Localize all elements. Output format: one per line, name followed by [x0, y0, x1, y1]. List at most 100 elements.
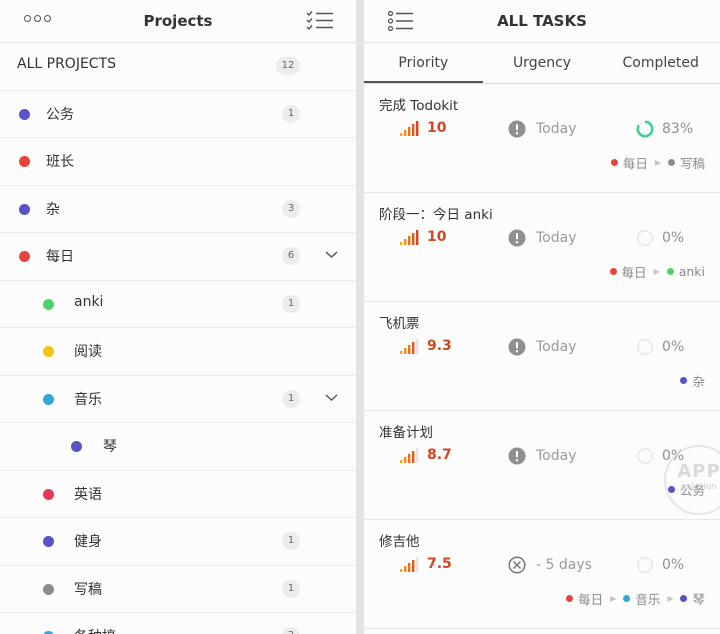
- all-projects-row[interactable]: ALL PROJECTS 12: [0, 43, 356, 91]
- progress-ring-icon: [637, 230, 653, 246]
- projects-title: Projects: [143, 12, 213, 30]
- projects-panel: Projects ALL PROJECTS 12 公务 1 班长杂 3 每日 6 anki 1…: [0, 0, 356, 634]
- priority-bars-icon: [400, 230, 419, 245]
- project-color-dot: [43, 488, 54, 500]
- alert-icon: [508, 120, 526, 138]
- project-name: 每日: [46, 249, 74, 265]
- alert-icon: [508, 338, 526, 356]
- task-metrics: 7.5 - 5 days 0%: [364, 556, 720, 578]
- path-color-dot: [680, 377, 688, 384]
- project-path: 杂: [680, 371, 705, 390]
- path-project-name: 每日: [622, 156, 648, 171]
- project-color-dot: [19, 251, 30, 262]
- priority-metric: 7.5: [400, 556, 452, 572]
- task-metrics: 10 Today 0%: [364, 229, 720, 251]
- chevron-down-icon[interactable]: [325, 393, 338, 402]
- path-project-name: 杂: [692, 374, 705, 389]
- urgency-text: Today: [536, 339, 577, 355]
- project-name: 健身: [74, 534, 102, 550]
- tab-urgency[interactable]: Urgency: [483, 43, 602, 83]
- progress-ring-icon: [637, 557, 653, 573]
- project-count-badge: 1: [282, 579, 300, 598]
- project-name: 写稿: [74, 581, 102, 598]
- project-row[interactable]: anki 1: [0, 281, 356, 328]
- all-projects-label: ALL PROJECTS: [17, 56, 117, 72]
- project-row[interactable]: 琴: [0, 423, 356, 471]
- tab-priority[interactable]: Priority: [364, 43, 483, 83]
- project-row[interactable]: 公务 1: [0, 91, 356, 138]
- project-row[interactable]: 每日 6: [0, 233, 356, 281]
- project-count-badge: 1: [282, 104, 300, 123]
- task-card[interactable]: 阶段一：今日 anki 10 Today 0% 每日 ▶ anki: [364, 193, 720, 302]
- path-project-name: 每日: [578, 592, 604, 607]
- project-color-dot: [43, 393, 54, 405]
- project-row[interactable]: 各种搞 2: [0, 613, 356, 634]
- task-name: 准备计划: [379, 425, 433, 441]
- path-separator-icon: ▶: [653, 267, 660, 276]
- project-row[interactable]: 班长: [0, 138, 356, 186]
- project-name: 音乐: [74, 391, 102, 408]
- path-project-name: 每日: [621, 265, 647, 280]
- priority-metric: 10: [400, 229, 446, 245]
- project-row[interactable]: 阅读: [0, 328, 356, 376]
- tasks-title: ALL TASKS: [497, 12, 587, 30]
- priority-value: 7.5: [427, 556, 452, 572]
- urgency-text: Today: [536, 121, 577, 137]
- completion-metric: 83%: [636, 120, 693, 138]
- priority-value: 10: [427, 229, 447, 245]
- path-separator-icon: ▶: [610, 594, 617, 603]
- checklist-icon[interactable]: [306, 10, 334, 32]
- path-project-name: 音乐: [635, 592, 661, 607]
- priority-value: 9.3: [427, 338, 452, 354]
- project-name: 英语: [74, 486, 102, 503]
- completion-metric: 0%: [636, 229, 684, 247]
- project-row[interactable]: 英语: [0, 471, 356, 518]
- urgency-metric: Today: [508, 120, 577, 138]
- task-list: 完成 Todokit 10 Today 83% 每日 ▶ 写稿 阶段一：今日 anki 10 To…: [364, 84, 720, 629]
- tasks-panel: ALL TASKS Priority Urgency Completed 完成 …: [364, 0, 720, 634]
- completion-metric: 0%: [636, 556, 684, 574]
- project-count-badge: 1: [282, 532, 300, 550]
- project-name: 公务: [46, 106, 74, 123]
- project-color-dot: [71, 441, 82, 452]
- priority-value: 8.7: [427, 447, 452, 463]
- urgency-metric: - 5 days: [508, 556, 592, 574]
- chevron-down-icon[interactable]: [325, 250, 338, 259]
- priority-metric: 9.3: [400, 338, 452, 354]
- path-project-name: 写稿: [679, 156, 705, 171]
- priority-bars-icon: [400, 339, 419, 354]
- task-card[interactable]: 飞机票 9.3 Today 0% 杂: [364, 302, 720, 411]
- project-color-dot: [19, 156, 30, 167]
- path-color-dot: [667, 159, 675, 166]
- tab-completed[interactable]: Completed: [601, 43, 720, 83]
- project-name: 阅读: [74, 344, 102, 360]
- overdue-icon: [508, 556, 526, 574]
- all-projects-count: 12: [276, 57, 300, 75]
- project-row[interactable]: 健身 1: [0, 518, 356, 566]
- task-card[interactable]: 准备计划 8.7 Today 0% 公务: [364, 411, 720, 520]
- sort-tabs: Priority Urgency Completed: [364, 43, 720, 84]
- path-separator-icon: ▶: [667, 594, 674, 603]
- task-name: 飞机票: [379, 316, 420, 332]
- path-color-dot: [680, 595, 688, 602]
- path-project-name: 琴: [692, 592, 705, 607]
- project-count-badge: 1: [282, 389, 300, 408]
- task-card[interactable]: 完成 Todokit 10 Today 83% 每日 ▶ 写稿: [364, 84, 720, 193]
- project-color-dot: [19, 203, 30, 215]
- task-card[interactable]: 修吉他 7.5 - 5 days 0% 每日 ▶ 音乐 ▶ 琴: [364, 520, 720, 629]
- alert-icon: [508, 447, 526, 465]
- project-color-dot: [19, 108, 30, 120]
- path-color-dot: [623, 595, 631, 602]
- project-row[interactable]: 音乐 1: [0, 376, 356, 423]
- project-row[interactable]: 写稿 1: [0, 566, 356, 613]
- project-name: 班长: [46, 154, 74, 170]
- progress-ring-icon: [637, 448, 653, 464]
- urgency-metric: Today: [508, 447, 577, 465]
- tasks-header: ALL TASKS: [364, 0, 720, 43]
- completion-text: 0%: [662, 230, 685, 246]
- progress-ring-icon: [636, 120, 654, 138]
- priority-value: 10: [427, 120, 447, 136]
- path-project-name: anki: [678, 264, 705, 279]
- project-row[interactable]: 杂3: [0, 186, 356, 233]
- task-metrics: 9.3 Today 0%: [364, 338, 720, 360]
